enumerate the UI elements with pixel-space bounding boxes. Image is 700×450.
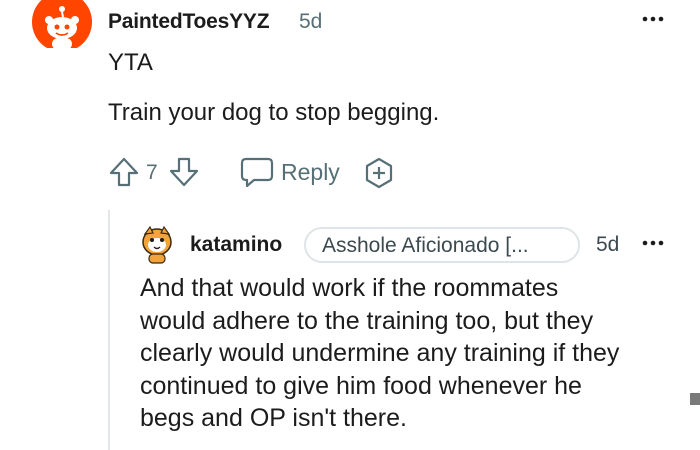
- reply-timestamp[interactable]: 5d: [596, 233, 619, 257]
- speech-bubble-icon[interactable]: [240, 157, 274, 188]
- snoo-avatar-icon: [142, 225, 172, 264]
- thread-line: [108, 210, 110, 450]
- upvote-icon[interactable]: [108, 156, 140, 188]
- reply-body-line: clearly would undermine any training if …: [140, 339, 620, 367]
- scrollbar-thumb[interactable]: [690, 393, 700, 405]
- reply-body-line: begs and OP isn't there.: [140, 404, 407, 432]
- reply-body: And that would work if the roommates wou…: [140, 272, 680, 435]
- more-options-icon[interactable]: [640, 232, 666, 254]
- user-flair: Asshole Aficionado [...: [304, 227, 580, 263]
- downvote-icon[interactable]: [168, 156, 200, 188]
- avatar[interactable]: [140, 224, 174, 264]
- reply-body-line: would adhere to the training too, but th…: [140, 306, 594, 335]
- comment-timestamp[interactable]: 5d: [299, 10, 322, 34]
- reply-button[interactable]: Reply: [281, 159, 340, 186]
- snoo-avatar-icon: [32, 0, 92, 48]
- reply-author[interactable]: katamino: [190, 233, 282, 257]
- more-options-icon[interactable]: [640, 8, 666, 30]
- comment-body-line: Train your dog to stop begging.: [108, 99, 440, 126]
- award-plus-icon[interactable]: [362, 156, 396, 190]
- avatar[interactable]: [32, 0, 92, 48]
- vote-score: 7: [146, 161, 158, 184]
- reply-body-line: continued to give him food whenever he: [140, 371, 582, 400]
- reply-body-line: And that would work if the roommates: [140, 274, 559, 302]
- comment-body-line: YTA: [108, 49, 153, 76]
- comment-author[interactable]: PaintedToesYYZ: [108, 10, 270, 34]
